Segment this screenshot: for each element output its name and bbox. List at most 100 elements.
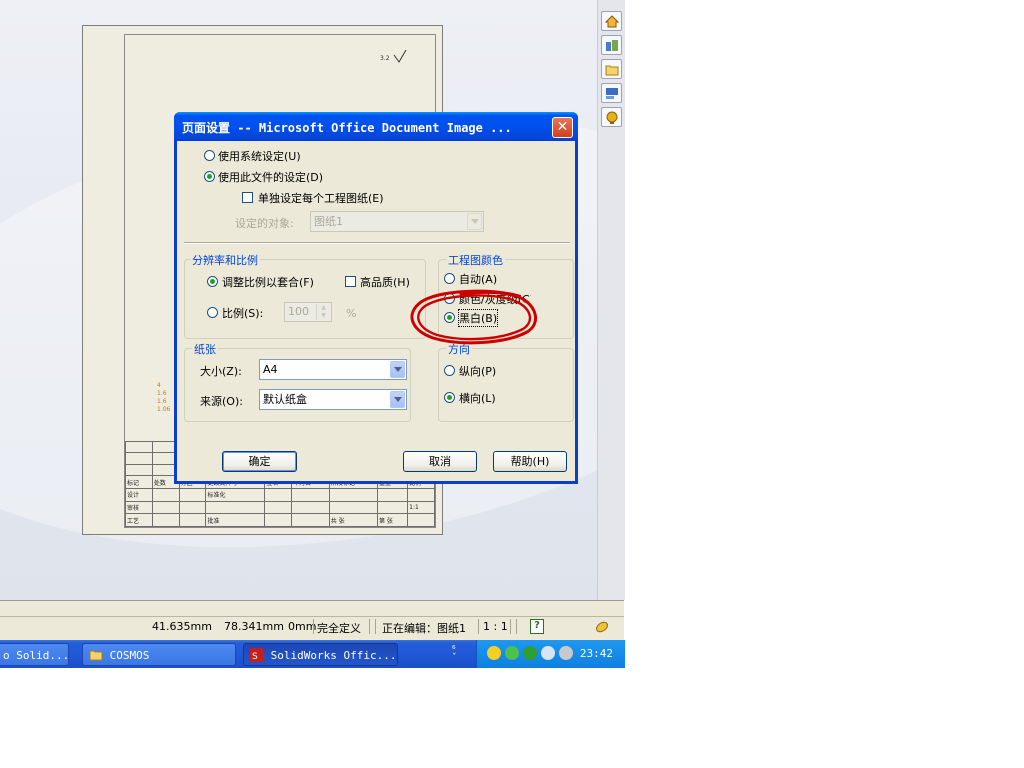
title-block-cell [178, 513, 207, 527]
per-sheet-checkbox[interactable] [242, 192, 253, 203]
title-block-cell: 审核 [125, 500, 153, 515]
percent-label: % [346, 307, 357, 320]
title-block-cell: 批准 [205, 513, 266, 527]
title-block-cell: 标准化 [205, 487, 266, 502]
rebuild-icon[interactable] [594, 619, 610, 634]
surface-roughness-symbol: 3.2 [380, 49, 407, 64]
paper-source-select[interactable]: 默认纸盒 [259, 389, 407, 410]
solidworks-icon: S [250, 648, 264, 662]
taskbar-item-solidworks[interactable]: o Solid... [0, 643, 69, 666]
volume-icon[interactable] [559, 646, 573, 660]
clock[interactable]: 23:42 [580, 647, 613, 660]
file-explorer-icon[interactable] [601, 59, 622, 79]
dim-mark: 1.6 [157, 398, 167, 405]
scale-label[interactable]: 比例(S): [222, 305, 263, 321]
title-block-cell: 共 张 [328, 513, 378, 527]
scale-percent-stepper[interactable]: 100 ▲ ▼ [284, 302, 332, 322]
high-quality-label[interactable]: 高品质(H) [360, 274, 410, 290]
taskbar-scroll-icon[interactable]: ⁶ˇ [452, 646, 457, 663]
roughness-value: 3.2 [380, 55, 390, 62]
title-block-cell: 第 张 [376, 513, 409, 527]
landscape-radio[interactable] [444, 392, 455, 403]
title-block-cell [264, 513, 293, 527]
per-sheet-label[interactable]: 单独设定每个工程图纸(E) [258, 190, 384, 206]
target-select[interactable]: 图纸1 [310, 211, 484, 232]
chevron-down-icon[interactable] [390, 361, 405, 378]
status-scale: 1 : 1 [483, 620, 508, 633]
fit-scale-label[interactable]: 调整比例以套合(F) [222, 274, 314, 290]
system-tray: 23:42 [476, 640, 625, 668]
portrait-label[interactable]: 纵向(P) [459, 363, 496, 379]
taskbar-item-solidworks-office[interactable]: S SolidWorks Offic... [243, 643, 398, 666]
paper-title: 纸张 [192, 341, 218, 357]
dialog-title: 页面设置 -- Microsoft Office Document Image … [182, 121, 512, 135]
task-pane-tabs [597, 0, 625, 600]
close-button[interactable]: ✕ [552, 117, 573, 138]
home-icon[interactable] [601, 11, 622, 31]
help-button[interactable]: 帮助(H) [493, 451, 567, 472]
dim-mark: 1.6 [157, 390, 167, 397]
ok-button[interactable]: 确定 [222, 451, 297, 472]
drawing-color-title: 工程图颜色 [446, 252, 505, 268]
cancel-button[interactable]: 取消 [403, 451, 477, 472]
paper-size-label: 大小(Z): [200, 365, 242, 378]
color-auto-label[interactable]: 自动(A) [459, 271, 497, 287]
use-system-settings-radio[interactable] [204, 150, 215, 161]
network-icon[interactable] [523, 646, 537, 660]
status-divider [510, 619, 511, 634]
dimension-marks: 4 1.6 1.6 1.06 [157, 382, 170, 414]
dim-mark: 1.06 [157, 406, 171, 413]
dialog-title-bar[interactable]: 页面设置 -- Microsoft Office Document Image … [174, 112, 578, 141]
section-divider [184, 242, 570, 244]
color-auto-radio[interactable] [444, 273, 455, 284]
title-block-cell [328, 487, 378, 502]
paper-size-select[interactable]: A4 [259, 359, 407, 380]
portrait-radio[interactable] [444, 365, 455, 376]
design-library-icon[interactable] [601, 35, 622, 55]
security-shield-icon[interactable] [487, 646, 501, 660]
use-document-settings-label[interactable]: 使用此文件的设定(D) [218, 169, 323, 185]
chevron-down-icon[interactable] [467, 213, 482, 230]
chevron-down-icon[interactable] [390, 391, 405, 408]
title-block-cell [264, 487, 293, 502]
status-divider [369, 619, 370, 634]
red-annotation-circle [410, 289, 537, 345]
messenger-icon[interactable] [541, 646, 555, 660]
title-block-cell [291, 500, 330, 515]
status-state: 完全定义 [317, 622, 361, 635]
spinner-arrows-icon[interactable]: ▲ ▼ [316, 304, 330, 320]
windows-taskbar: o Solid... COSMOS S SolidWorks Offic... … [0, 640, 625, 668]
use-system-settings-label[interactable]: 使用系统设定(U) [218, 148, 301, 164]
fit-scale-radio[interactable] [207, 276, 218, 287]
svg-text:S: S [252, 652, 258, 662]
title-block-cell: 设计 [125, 487, 153, 502]
taskbar-item-cosmos[interactable]: COSMOS [82, 643, 236, 666]
title-block-cell [151, 513, 180, 527]
high-quality-checkbox[interactable] [345, 276, 356, 287]
antivirus-icon[interactable] [505, 646, 519, 660]
dim-mark: 4 [157, 382, 161, 389]
title-block-cell [407, 513, 435, 527]
scale-radio[interactable] [207, 307, 218, 318]
resolution-scale-title: 分辨率和比例 [190, 252, 260, 268]
paper-size-value: A4 [263, 363, 278, 376]
title-block-cell [376, 487, 409, 502]
appearances-icon[interactable] [601, 107, 622, 127]
target-value: 图纸1 [314, 215, 343, 228]
status-divider [516, 619, 517, 634]
paper-source-value: 默认纸盒 [263, 393, 307, 406]
help-icon[interactable]: ? [530, 619, 544, 634]
landscape-label[interactable]: 横向(L) [459, 390, 496, 406]
orientation-group [438, 348, 574, 422]
title-block-cell [264, 500, 293, 515]
status-editing: 正在编辑：图纸1 [382, 622, 466, 635]
status-divider [313, 619, 314, 634]
title-block-cell [178, 487, 207, 502]
taskbar-item-label: o Solid... [3, 649, 69, 662]
use-document-settings-radio[interactable] [204, 171, 215, 182]
title-block-cell: 标记 [125, 475, 153, 489]
status-y: 78.341mm [224, 620, 284, 633]
view-palette-icon[interactable] [601, 83, 622, 103]
title-block-cell [178, 500, 207, 515]
resolution-scale-group [184, 259, 426, 339]
